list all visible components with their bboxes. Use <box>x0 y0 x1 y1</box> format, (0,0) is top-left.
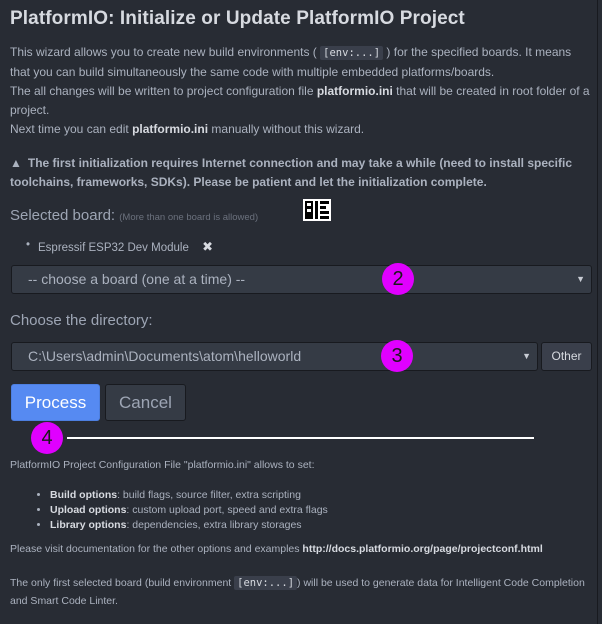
board-name: Espressif ESP32 Dev Module <box>38 242 189 254</box>
process-button[interactable]: Process <box>11 384 100 421</box>
warning-text: The first initialization requires Intern… <box>10 156 573 189</box>
list-item: Library options: dependencies, extra lib… <box>50 518 595 533</box>
desc-text: Next time you can edit <box>10 122 133 136</box>
env-code: [env:...] <box>234 576 298 590</box>
selected-board-item: • Espressif ESP32 Dev Module ✖ <box>26 239 213 255</box>
option-name: Library options <box>50 519 127 531</box>
option-name: Upload options <box>50 504 127 516</box>
directory-select-value: C:\Users\admin\Documents\atom\helloworld <box>28 348 302 364</box>
pio-init-panel: PlatformIO: Initialize or Update Platfor… <box>0 0 598 624</box>
selected-board-label: Selected board: (More than one board is … <box>10 207 258 224</box>
directory-select[interactable]: C:\Users\admin\Documents\atom\helloworld… <box>11 342 538 371</box>
warning-icon: ▲ <box>10 156 22 170</box>
dropdown-arrow-icon: ▼ <box>522 351 531 361</box>
config-intro: PlatformIO Project Configuration File "p… <box>10 459 315 471</box>
config-options-list: Build options: build flags, source filte… <box>10 488 595 533</box>
footer-note: The only first selected board (build env… <box>10 574 595 610</box>
qr-code-icon <box>303 199 331 221</box>
directory-label: Choose the directory: <box>10 312 153 329</box>
footer-text: The only first selected board (build env… <box>10 577 235 589</box>
board-select[interactable]: -- choose a board (one at a time) -- ▼ <box>11 265 592 294</box>
docs-line: Please visit documentation for the other… <box>10 542 595 557</box>
dropdown-arrow-icon: ▼ <box>576 274 585 284</box>
docs-text: Please visit documentation for the other… <box>10 543 303 555</box>
env-code: [env:...] <box>320 46 384 60</box>
option-desc: : dependencies, extra library storages <box>126 519 302 531</box>
config-filename: platformio.ini <box>316 84 393 98</box>
option-desc: : build flags, source filter, extra scri… <box>117 489 301 501</box>
board-select-value: -- choose a board (one at a time) -- <box>28 271 246 287</box>
page-title: PlatformIO: Initialize or Update Platfor… <box>10 8 465 29</box>
annotation-marker-3: 3 <box>381 340 413 372</box>
bullet: • <box>26 239 31 251</box>
list-item: Upload options: custom upload port, spee… <box>50 503 595 518</box>
annotation-line <box>67 437 534 439</box>
other-directory-button[interactable]: Other <box>541 342 592 371</box>
option-desc: : custom upload port, speed and extra fl… <box>126 504 328 516</box>
desc-text: The all changes will be written to proje… <box>10 84 317 98</box>
docs-link[interactable]: http://docs.platformio.org/page/projectc… <box>302 543 542 555</box>
desc-text: This wizard allows you to create new bui… <box>10 45 317 59</box>
desc-text: manually without this wizard. <box>208 122 365 136</box>
wizard-description: This wizard allows you to create new bui… <box>10 43 592 139</box>
annotation-marker-2: 2 <box>382 263 414 295</box>
selected-board-heading: Selected board: <box>10 207 116 224</box>
internet-warning: ▲ The first initialization requires Inter… <box>10 154 595 192</box>
cancel-button[interactable]: Cancel <box>105 384 186 421</box>
remove-board-icon[interactable]: ✖ <box>202 239 213 254</box>
annotation-marker-4: 4 <box>31 422 63 454</box>
list-item: Build options: build flags, source filte… <box>50 488 595 503</box>
option-name: Build options <box>50 489 118 501</box>
selected-board-hint: (More than one board is allowed) <box>119 212 259 223</box>
config-filename: platformio.ini <box>132 122 209 136</box>
